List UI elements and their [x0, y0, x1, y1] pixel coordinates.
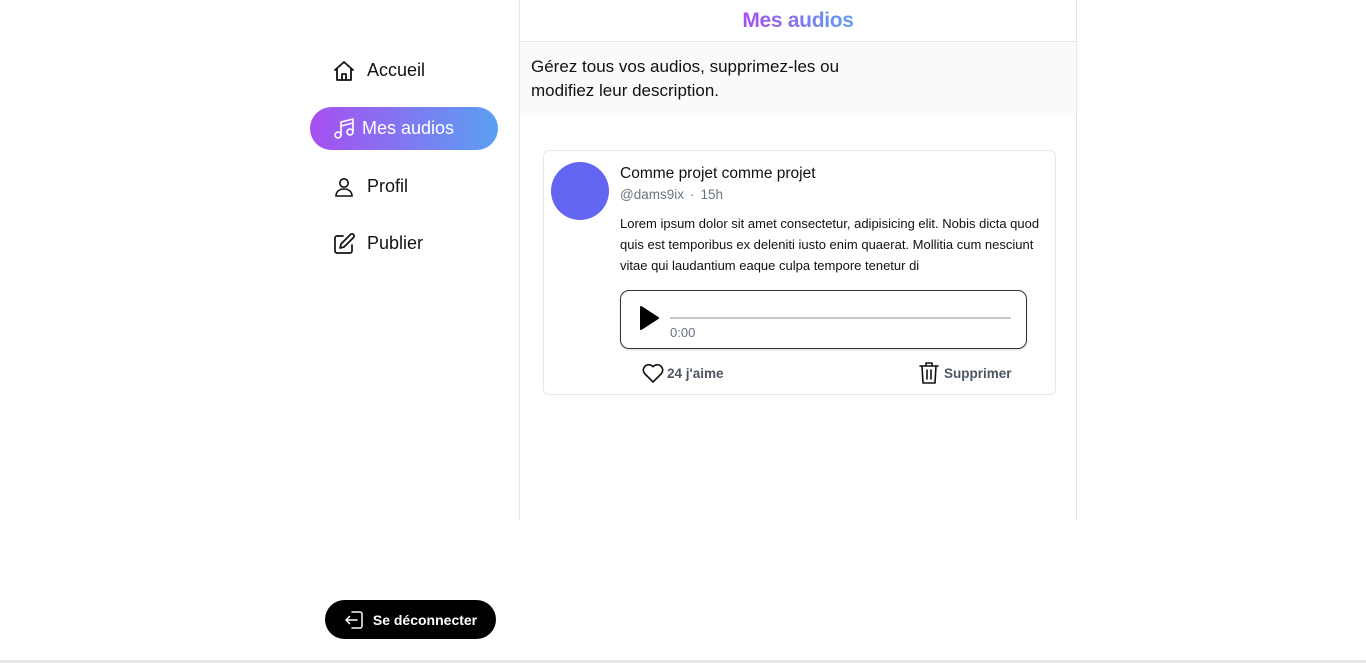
- audio-player: 0:00: [620, 290, 1027, 349]
- post-title: Comme projet comme projet: [620, 165, 816, 182]
- sidebar-item-label: Mes audios: [362, 118, 455, 138]
- home-icon: [332, 59, 356, 83]
- music-icon: [332, 117, 356, 141]
- intro-text: Gérez tous vos audios, supprimez-les ou …: [531, 57, 840, 100]
- meta-separator: ·: [689, 187, 695, 202]
- post-time: 15h: [700, 187, 724, 202]
- page-header: Mes audios: [520, 0, 1076, 42]
- logout-label: Se déconnecter: [372, 611, 478, 628]
- post-description: Lorem ipsum dolor sit amet consectetur, …: [620, 216, 1040, 273]
- audio-progress-track[interactable]: [670, 317, 1011, 319]
- post-meta: @dams9ix · 15h: [620, 187, 723, 202]
- sidebar-item-label: Publier: [367, 233, 424, 253]
- main-column: Mes audios Gérez tous vos audios, suppri…: [519, 0, 1077, 521]
- delete-label: Supprimer: [944, 365, 1012, 381]
- sidebar-item-accueil[interactable]: Accueil: [310, 49, 498, 92]
- sidebar-item-label: Profil: [367, 176, 409, 196]
- logout-icon: [344, 610, 364, 630]
- sidebar: Accueil Mes audios Profil Publier: [310, 0, 500, 663]
- user-icon: [332, 175, 356, 199]
- sidebar-item-publier[interactable]: Publier: [310, 222, 498, 265]
- sidebar-item-profil[interactable]: Profil: [310, 165, 498, 208]
- like-button[interactable]: 24 j'aime: [641, 362, 724, 384]
- trash-icon: [919, 361, 939, 385]
- intro-banner: Gérez tous vos audios, supprimez-les ou …: [520, 42, 1076, 113]
- page-title: Mes audios: [742, 8, 854, 32]
- sidebar-item-mes-audios[interactable]: Mes audios: [310, 107, 498, 150]
- sidebar-item-label: Accueil: [367, 60, 426, 80]
- post-handle[interactable]: @dams9ix: [620, 187, 684, 202]
- play-icon[interactable]: [638, 305, 660, 331]
- edit-icon: [332, 232, 356, 256]
- like-count: 24 j'aime: [667, 365, 724, 381]
- audio-time: 0:00: [670, 325, 696, 340]
- page: Accueil Mes audios Profil Publier Se déc…: [0, 0, 1366, 663]
- avatar[interactable]: [551, 162, 609, 220]
- logout-button[interactable]: Se déconnecter: [325, 600, 496, 639]
- heart-icon: [641, 362, 665, 384]
- audio-post-card: Comme projet comme projet @dams9ix · 15h L…: [543, 150, 1056, 395]
- delete-button[interactable]: Supprimer: [919, 361, 1012, 385]
